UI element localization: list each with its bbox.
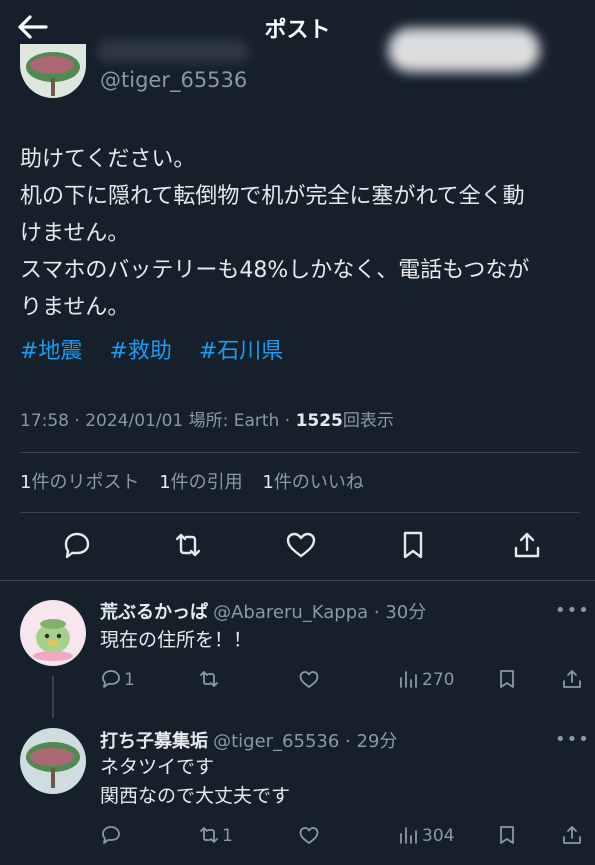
view-label: 回表示 — [342, 411, 394, 431]
author-avatar[interactable] — [20, 44, 86, 98]
hashtag-link[interactable]: #地震 — [20, 339, 82, 364]
reply-views-button[interactable] — [398, 668, 420, 690]
reply-view-count: 270 — [422, 670, 455, 690]
reply-comment-button[interactable] — [100, 668, 122, 690]
repost-icon — [200, 827, 218, 843]
reply-body: 現在の住所を！！ — [100, 626, 252, 655]
reply-avatar[interactable] — [20, 600, 86, 666]
post-date[interactable]: 2024/01/01 — [85, 411, 183, 431]
reply-count: 1 — [124, 670, 135, 690]
reply-icon — [64, 532, 90, 559]
bookmark-icon — [500, 670, 514, 688]
reply-button[interactable] — [60, 528, 94, 562]
bookmark-icon — [500, 826, 514, 844]
bookmark-icon — [403, 531, 423, 559]
repost-icon — [175, 533, 201, 557]
like-icon — [299, 671, 319, 688]
reply-repost-button[interactable] — [198, 668, 220, 690]
reply-line: ネタツイです — [100, 756, 215, 778]
hashtags: #地震 #救助 #石川県 — [20, 333, 303, 365]
hashtag-link[interactable]: #石川県 — [199, 339, 283, 364]
post-line: けません。 — [20, 221, 130, 246]
quote-stat[interactable]: 1件の引用 — [159, 472, 242, 493]
hashtag-link[interactable]: #救助 — [109, 339, 171, 364]
share-icon — [514, 532, 540, 558]
display-name-blurred — [98, 40, 248, 62]
kappa-avatar-icon — [22, 602, 84, 664]
divider — [0, 580, 595, 581]
reply-body: ネタツイです 関西なので大丈夫です — [100, 753, 290, 811]
reply-like-button[interactable] — [298, 824, 320, 846]
post-location: 場所: Earth — [188, 411, 280, 431]
post-line: スマホのバッテリーも48%しかなく、電話もつなが — [20, 258, 530, 283]
reply-share-button[interactable] — [561, 824, 583, 846]
post-line: りません。 — [20, 295, 130, 320]
reply-bookmark-button[interactable] — [496, 668, 518, 690]
reply-line: 関西なので大丈夫です — [100, 785, 291, 807]
post-line: 助けてください。 — [20, 147, 196, 172]
reply-view-count: 304 — [422, 826, 455, 846]
repost-stat[interactable]: 1件のリポスト — [20, 472, 139, 493]
post-line: 机の下に隠れて転倒物で机が完全に塞がれて全く動 — [20, 184, 525, 209]
reply-handle[interactable]: @Abareru_Kappa — [213, 602, 368, 623]
repost-button[interactable] — [171, 528, 205, 562]
reply-bookmark-button[interactable] — [496, 824, 518, 846]
post-body: 助けてください。 机の下に隠れて転倒物で机が完全に塞がれて全く動 けません。 ス… — [20, 141, 580, 326]
thread-connector — [52, 676, 54, 718]
share-button[interactable] — [510, 528, 544, 562]
more-options-icon[interactable]: ••• — [555, 729, 590, 750]
like-icon — [286, 532, 316, 558]
divider — [20, 512, 580, 513]
engagement-stats: 1件のリポスト 1件の引用 1件のいいね — [20, 468, 364, 494]
share-icon — [563, 826, 581, 844]
reply-display-name[interactable]: 荒ぶるかっぱ — [100, 602, 208, 623]
reply-share-button[interactable] — [561, 668, 583, 690]
analytics-icon — [400, 671, 417, 688]
like-icon — [299, 827, 319, 844]
reply-repost-button[interactable] — [198, 824, 220, 846]
reply-like-button[interactable] — [298, 668, 320, 690]
share-icon — [563, 670, 581, 688]
reply-display-name[interactable]: 打ち子募集垢 — [100, 731, 208, 752]
analytics-icon — [400, 827, 417, 844]
reply-comment-button[interactable] — [100, 824, 122, 846]
author-handle[interactable]: @tiger_65536 — [100, 68, 247, 92]
post-meta: 17:58 · 2024/01/01 場所: Earth · 1525回表示 — [20, 411, 394, 431]
reply-header: 荒ぶるかっぱ @Abareru_Kappa · 30分 — [100, 602, 427, 623]
more-options-icon[interactable]: ••• — [555, 600, 590, 621]
like-stat[interactable]: 1件のいいね — [262, 472, 363, 493]
reply-avatar[interactable] — [20, 728, 86, 794]
view-count: 1525 — [295, 411, 343, 431]
reply-line: 現在の住所を！！ — [100, 629, 253, 651]
reply-views-button[interactable] — [398, 824, 420, 846]
follow-button-blurred[interactable] — [388, 28, 540, 72]
bookmark-button[interactable] — [396, 528, 430, 562]
reply-icon — [102, 826, 120, 844]
reply-repost-count: 1 — [222, 826, 233, 846]
reply-icon — [102, 670, 120, 688]
reply-header: 打ち子募集垢 @tiger_65536 · 29分 — [100, 731, 398, 752]
reply-time[interactable]: 30分 — [385, 602, 426, 623]
reply-time[interactable]: 29分 — [357, 731, 398, 752]
repost-icon — [200, 671, 218, 687]
like-button[interactable] — [284, 528, 318, 562]
post-time[interactable]: 17:58 — [20, 411, 69, 431]
reply-handle[interactable]: @tiger_65536 — [213, 731, 339, 752]
divider — [20, 452, 580, 453]
